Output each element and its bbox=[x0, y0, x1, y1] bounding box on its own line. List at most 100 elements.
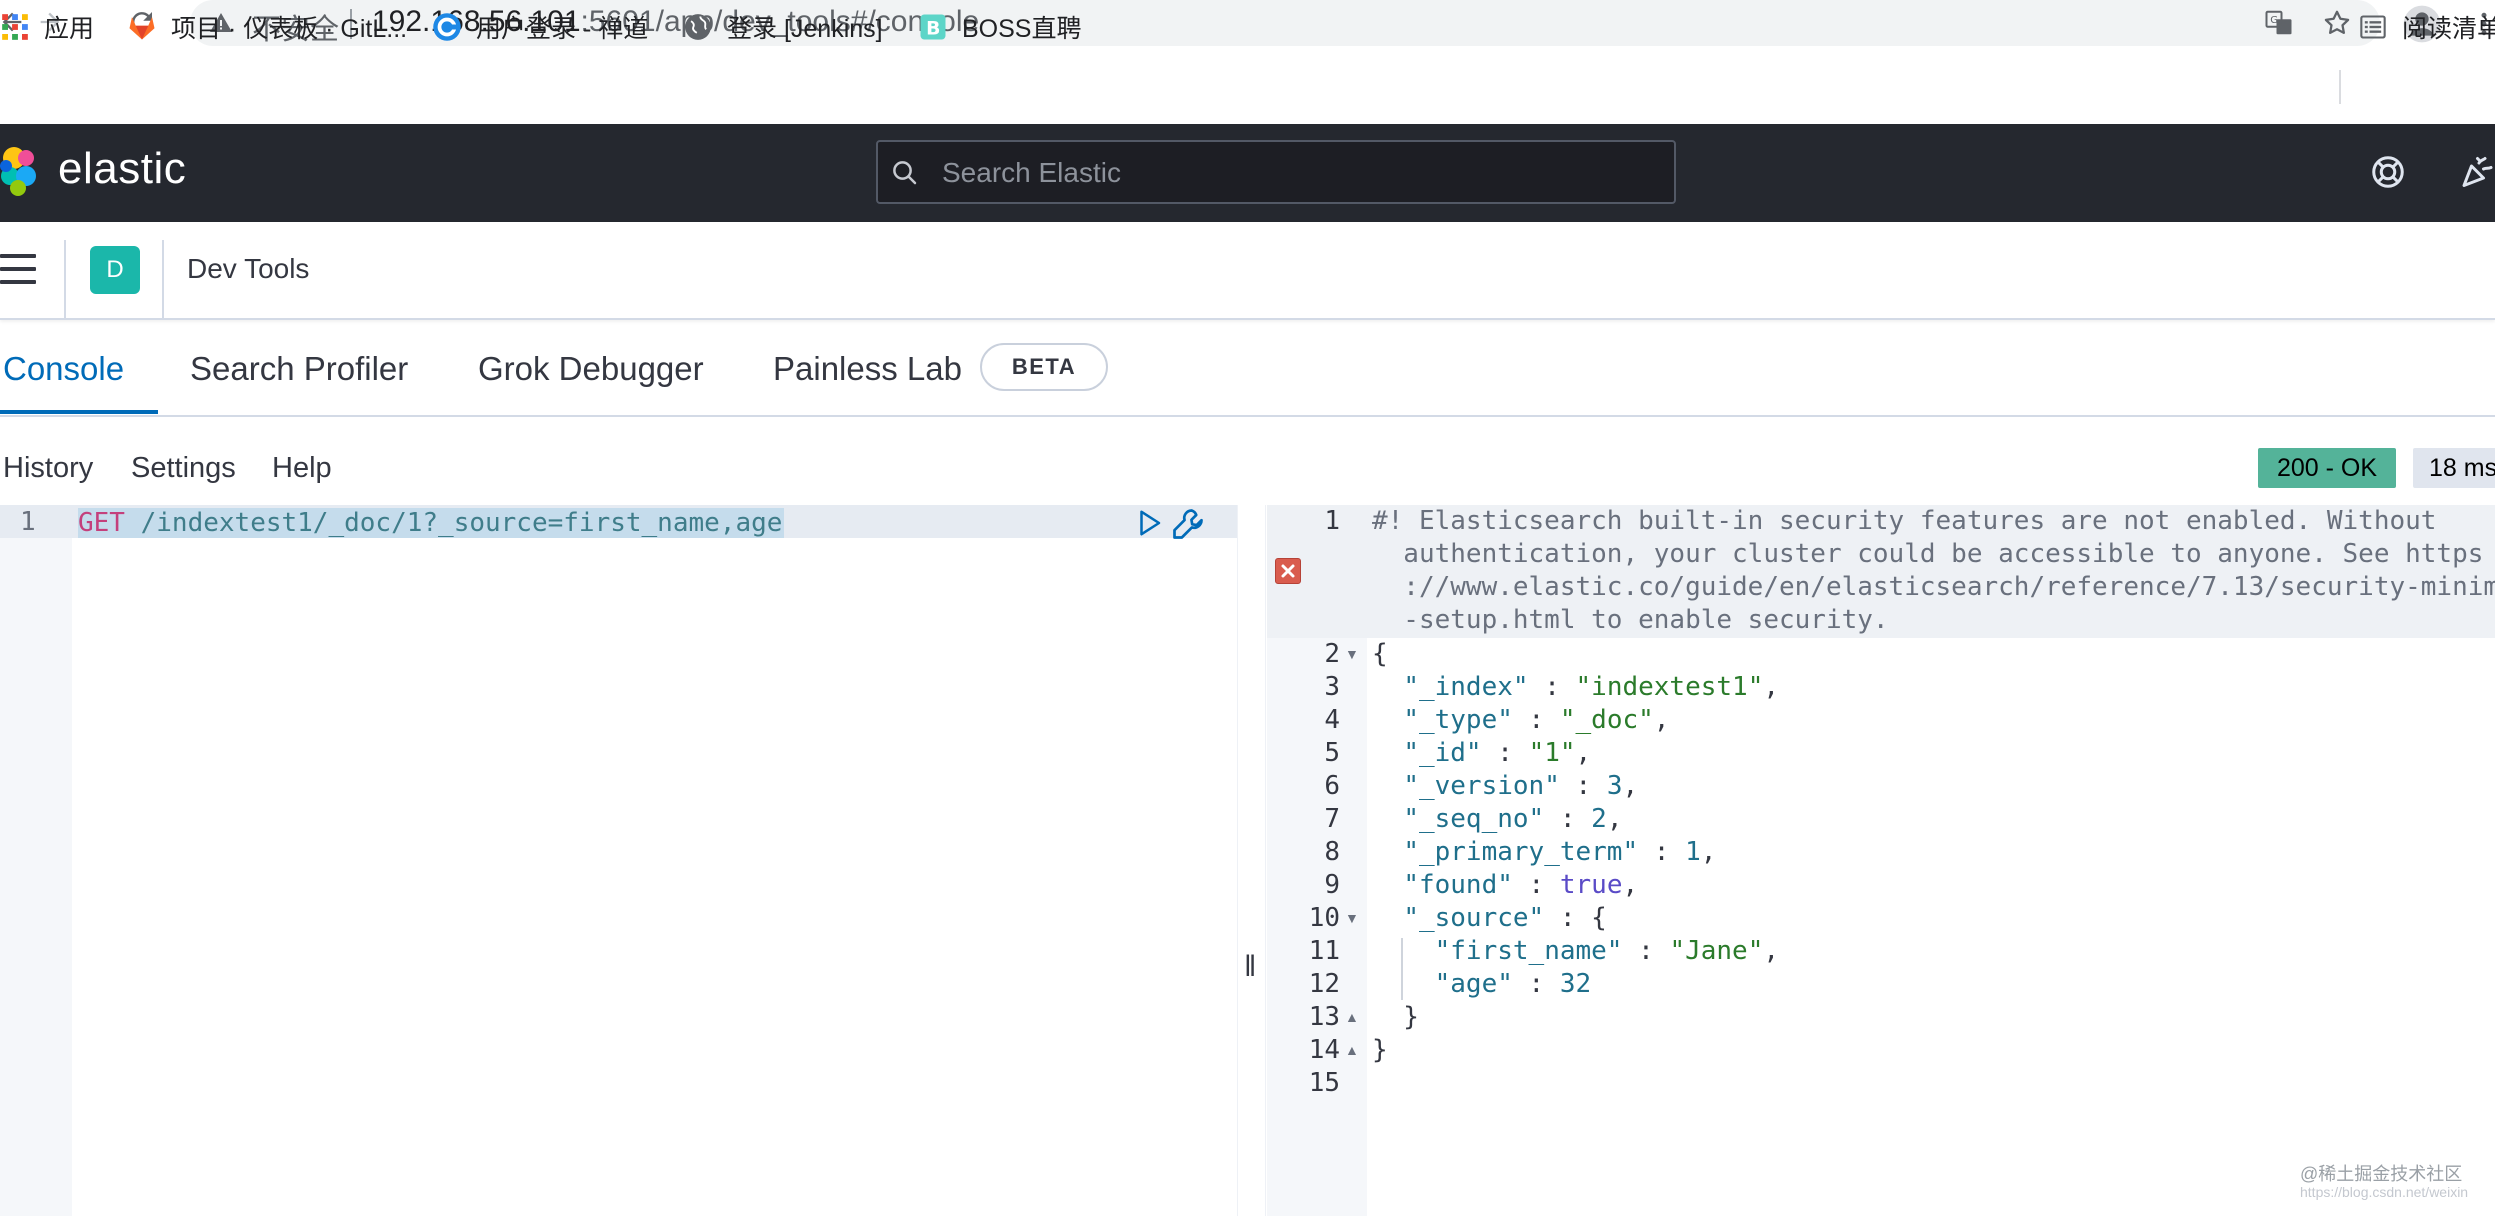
response-line-number: 6 bbox=[1324, 771, 1340, 801]
response-line-number: 8 bbox=[1324, 837, 1340, 867]
wrench-icon[interactable] bbox=[1170, 506, 1206, 542]
bookmark-apps[interactable]: 应用 bbox=[0, 6, 94, 48]
bookmark-gitlab[interactable]: 项目 · 仪表板 · GitL... bbox=[127, 6, 407, 48]
json-line: } bbox=[1372, 1035, 1388, 1065]
bookmarks-separator bbox=[2339, 70, 2341, 104]
svg-text:B: B bbox=[926, 19, 940, 40]
request-time-badge: 18 ms bbox=[2413, 448, 2495, 488]
fold-close-icon[interactable]: ▲ bbox=[1345, 1034, 1359, 1067]
fold-open-icon[interactable]: ▼ bbox=[1345, 902, 1359, 935]
json-key: "_id" bbox=[1403, 738, 1482, 768]
editor-resizer[interactable] bbox=[1237, 505, 1266, 1216]
menu-toggle-button[interactable] bbox=[0, 252, 36, 286]
json-line: "_index" : "indextest1", bbox=[1403, 672, 1780, 702]
request-line[interactable]: GET /indextest1/_doc/1?_source=first_nam… bbox=[78, 508, 785, 538]
request-method: GET bbox=[78, 508, 125, 538]
svg-text:G: G bbox=[2270, 15, 2278, 26]
response-line-number: 11 bbox=[1308, 936, 1340, 966]
translate-icon: G bbox=[2265, 10, 2292, 35]
watermark: @稀土掘金技术社区 bbox=[2300, 1164, 2463, 1184]
warning-comment-line: #! Elasticsearch built-in security featu… bbox=[1372, 506, 2437, 536]
search-input-placeholder[interactable]: Search Elastic bbox=[942, 157, 1121, 189]
settings-link[interactable]: Settings bbox=[131, 452, 236, 485]
tab-painless-lab[interactable]: Painless Lab bbox=[773, 350, 962, 388]
bookmark-label: 登录 [Jenkins] bbox=[727, 15, 883, 43]
reading-list-button[interactable]: 阅读清单 bbox=[2358, 6, 2495, 48]
fold-open-icon[interactable]: ▼ bbox=[1345, 638, 1359, 671]
drag-handle-icon[interactable]: ‖ bbox=[1244, 950, 1256, 984]
translate-button[interactable]: G bbox=[2262, 6, 2296, 40]
json-key: "_type" bbox=[1403, 705, 1513, 735]
hamburger-icon bbox=[0, 254, 36, 258]
help-link[interactable]: Help bbox=[272, 452, 332, 485]
lifebuoy-icon bbox=[2372, 156, 2404, 188]
response-line-number: 4 bbox=[1324, 705, 1340, 735]
request-path: /indextest1/_doc/1?_source=first_name,ag… bbox=[124, 508, 783, 538]
json-line: "_type" : "_doc", bbox=[1403, 705, 1670, 735]
json-line: "_primary_term" : 1, bbox=[1403, 837, 1717, 867]
elastic-logo-text[interactable]: elastic bbox=[58, 144, 186, 194]
json-key: "_primary_term" bbox=[1403, 837, 1639, 867]
json-value: "_doc" bbox=[1559, 705, 1654, 735]
status-badge: 200 - OK bbox=[2258, 448, 2396, 488]
response-line-number: 3 bbox=[1324, 672, 1340, 702]
cheer-icon bbox=[2462, 157, 2493, 187]
breadcrumb-title: Dev Tools bbox=[187, 253, 310, 284]
request-editor[interactable] bbox=[72, 505, 1237, 1216]
star-icon bbox=[2324, 10, 2350, 34]
reading-list-icon bbox=[2358, 12, 2388, 42]
error-x-icon bbox=[1275, 558, 1301, 584]
json-value: 1 bbox=[1685, 837, 1701, 867]
json-value: true bbox=[1559, 870, 1623, 900]
space-avatar[interactable]: D bbox=[90, 246, 140, 294]
breadcrumb-divider bbox=[162, 240, 164, 318]
bookmark-label: 用户登录 - 禅道 bbox=[476, 15, 649, 43]
fold-close-icon[interactable]: ▲ bbox=[1345, 1001, 1359, 1034]
response-line-number: 13 bbox=[1308, 1002, 1340, 1032]
reading-list-label: 阅读清单 bbox=[2402, 15, 2495, 43]
boss-icon: B bbox=[918, 12, 948, 42]
response-line-number: 14 bbox=[1308, 1035, 1340, 1065]
bookmark-boss[interactable]: B BOSS直聘 bbox=[918, 6, 1081, 48]
help-menu-button[interactable] bbox=[2368, 152, 2408, 192]
json-key: "_source" bbox=[1403, 903, 1545, 933]
breadcrumb-divider bbox=[64, 240, 66, 318]
global-search[interactable]: Search Elastic bbox=[876, 140, 1676, 204]
history-link[interactable]: History bbox=[3, 452, 93, 485]
json-line: "_source" : { bbox=[1403, 903, 1607, 933]
json-line: "_id" : "1", bbox=[1403, 738, 1592, 768]
search-icon bbox=[893, 161, 917, 185]
apps-grid-icon bbox=[0, 12, 30, 42]
bookmark-zentao[interactable]: 用户登录 - 禅道 bbox=[432, 6, 648, 48]
json-value: 32 bbox=[1559, 969, 1592, 999]
bookmark-star-button[interactable] bbox=[2320, 6, 2354, 40]
bookmark-jenkins[interactable]: 登录 [Jenkins] bbox=[683, 6, 883, 48]
json-line: "_seq_no" : 2, bbox=[1403, 804, 1623, 834]
response-line-number: 9 bbox=[1324, 870, 1340, 900]
newsfeed-button[interactable] bbox=[2456, 152, 2495, 192]
active-tab-indicator bbox=[0, 410, 158, 414]
bookmark-label: 应用 bbox=[44, 15, 95, 43]
json-key: "_index" bbox=[1403, 672, 1529, 702]
json-line: "found" : true, bbox=[1403, 870, 1639, 900]
response-line-number: 7 bbox=[1324, 804, 1340, 834]
json-value: "1" bbox=[1528, 738, 1576, 768]
json-value: "indextest1" bbox=[1575, 672, 1764, 702]
json-key: "found" bbox=[1403, 870, 1513, 900]
json-line: "age" : 32 bbox=[1434, 969, 1592, 999]
json-key: "_version" bbox=[1403, 771, 1560, 801]
hamburger-icon bbox=[0, 267, 36, 271]
tab-search-profiler[interactable]: Search Profiler bbox=[190, 350, 408, 388]
json-line: { bbox=[1372, 639, 1388, 669]
play-icon[interactable] bbox=[1134, 508, 1164, 538]
response-line-number: 1 bbox=[1324, 506, 1340, 536]
tab-console[interactable]: Console bbox=[3, 350, 124, 388]
watermark-url: https://blog.csdn.net/weixin bbox=[2300, 1184, 2469, 1200]
json-key: "first_name" bbox=[1434, 936, 1623, 966]
tab-grok-debugger[interactable]: Grok Debugger bbox=[478, 350, 704, 388]
warning-comment-line: -setup.html to enable security. bbox=[1372, 605, 1889, 635]
json-key: "age" bbox=[1434, 969, 1513, 999]
json-line: } bbox=[1372, 1002, 1419, 1032]
breadcrumb-bar bbox=[0, 222, 2495, 320]
json-value: 3 bbox=[1606, 771, 1623, 801]
